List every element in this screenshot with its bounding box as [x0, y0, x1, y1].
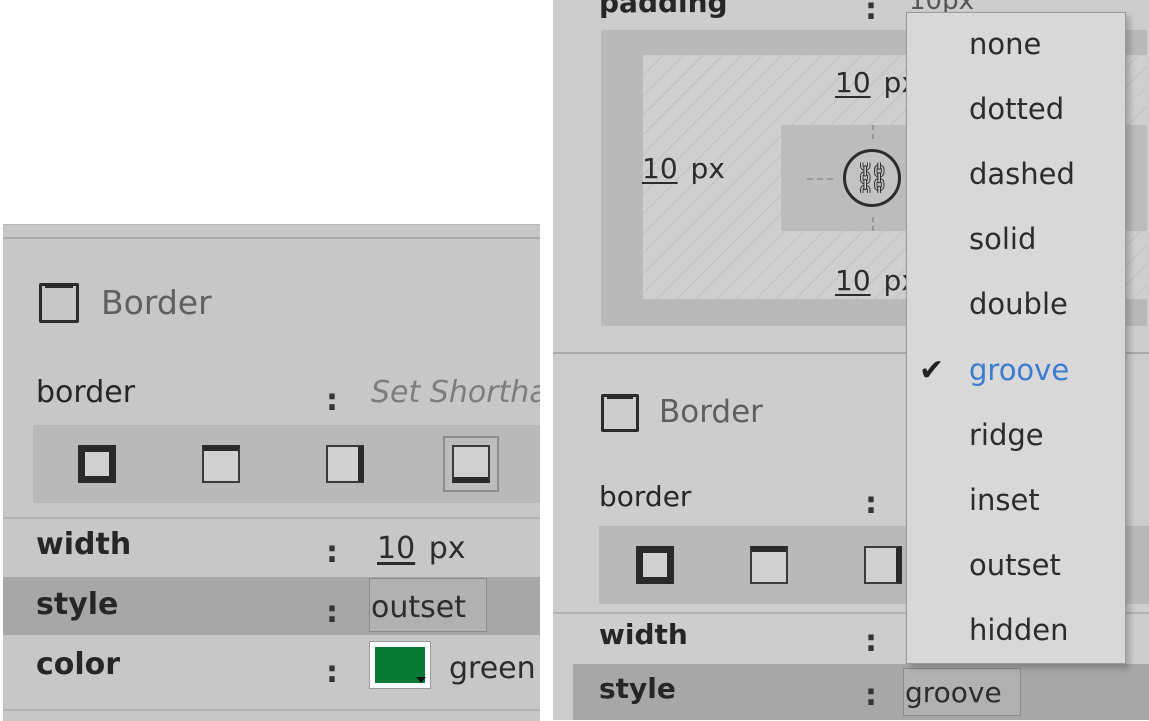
left-properties-panel: Border border : Set Shortha width : 10 p…: [3, 224, 540, 721]
dropdown-option-solid[interactable]: solid: [969, 222, 1036, 256]
link-guide-top: [872, 125, 874, 139]
border-all-button[interactable]: [69, 436, 125, 492]
bottom-divider: [3, 709, 540, 711]
border-section-icon: [601, 394, 639, 432]
border-style-dropdown: none dotted dashed solid double ✔ groove…: [906, 12, 1126, 664]
dropdown-option-dashed[interactable]: dashed: [969, 157, 1075, 191]
border-all-icon: [78, 445, 116, 483]
border-top-button[interactable]: [741, 537, 797, 593]
padding-left-number[interactable]: 10: [642, 152, 678, 185]
style-label: style: [36, 587, 119, 622]
section-divider: [3, 237, 540, 239]
width-colon: :: [865, 624, 877, 659]
border-label: border: [36, 375, 136, 410]
width-number[interactable]: 10: [377, 531, 415, 566]
color-label: color: [36, 647, 121, 682]
border-top-icon: [750, 546, 788, 584]
border-right-button[interactable]: [317, 436, 373, 492]
style-colon: :: [865, 678, 877, 713]
padding-top-number[interactable]: 10: [835, 66, 871, 99]
border-right-icon: [864, 546, 902, 584]
padding-bottom-number[interactable]: 10: [835, 264, 871, 297]
style-label: style: [599, 672, 676, 705]
width-value-field[interactable]: 10 px: [377, 531, 466, 566]
border-section-title: Border: [101, 283, 212, 322]
link-icon[interactable]: ⛓: [843, 149, 901, 207]
dropdown-option-hidden[interactable]: hidden: [969, 613, 1068, 647]
color-swatch-button[interactable]: [369, 641, 431, 689]
dropdown-option-double[interactable]: double: [969, 287, 1068, 321]
width-unit[interactable]: px: [429, 531, 466, 566]
border-section-title: Border: [659, 394, 763, 430]
dropdown-option-ridge[interactable]: ridge: [969, 418, 1044, 452]
dropdown-arrow-icon: [416, 677, 426, 683]
link-guide-left: [807, 178, 833, 180]
width-colon: :: [326, 535, 338, 570]
dropdown-option-groove[interactable]: groove: [969, 353, 1069, 387]
color-value[interactable]: green: [449, 651, 536, 686]
border-bottom-button[interactable]: [443, 436, 499, 492]
border-top-icon: [202, 445, 240, 483]
color-colon: :: [326, 655, 338, 690]
border-all-icon: [636, 546, 674, 584]
border-all-button[interactable]: [627, 537, 683, 593]
padding-colon: :: [865, 0, 877, 27]
link-guide-bottom: [872, 217, 874, 231]
width-label: width: [599, 618, 688, 651]
style-colon: :: [326, 595, 338, 630]
width-label: width: [36, 527, 132, 562]
padding-left-unit[interactable]: px: [691, 152, 725, 185]
row-divider: [3, 517, 540, 519]
dropdown-option-dotted[interactable]: dotted: [969, 92, 1064, 126]
padding-left-field[interactable]: 10 px: [642, 152, 725, 185]
border-colon: :: [865, 486, 877, 521]
border-right-icon: [326, 445, 364, 483]
dropdown-option-inset[interactable]: inset: [969, 483, 1040, 517]
border-shorthand-input[interactable]: Set Shortha: [371, 375, 540, 410]
padding-label: padding: [599, 0, 728, 19]
dropdown-option-none[interactable]: none: [969, 27, 1041, 61]
style-value[interactable]: outset: [371, 590, 466, 625]
dropdown-option-outset[interactable]: outset: [969, 548, 1061, 582]
border-label: border: [599, 480, 692, 513]
border-top-button[interactable]: [193, 436, 249, 492]
border-bottom-icon: [452, 445, 490, 483]
check-icon: ✔: [919, 353, 945, 388]
border-section-icon: [39, 283, 79, 323]
style-value[interactable]: groove: [905, 676, 1002, 709]
border-colon: :: [326, 383, 338, 418]
border-side-selector: [33, 425, 540, 503]
border-right-button[interactable]: [855, 537, 911, 593]
